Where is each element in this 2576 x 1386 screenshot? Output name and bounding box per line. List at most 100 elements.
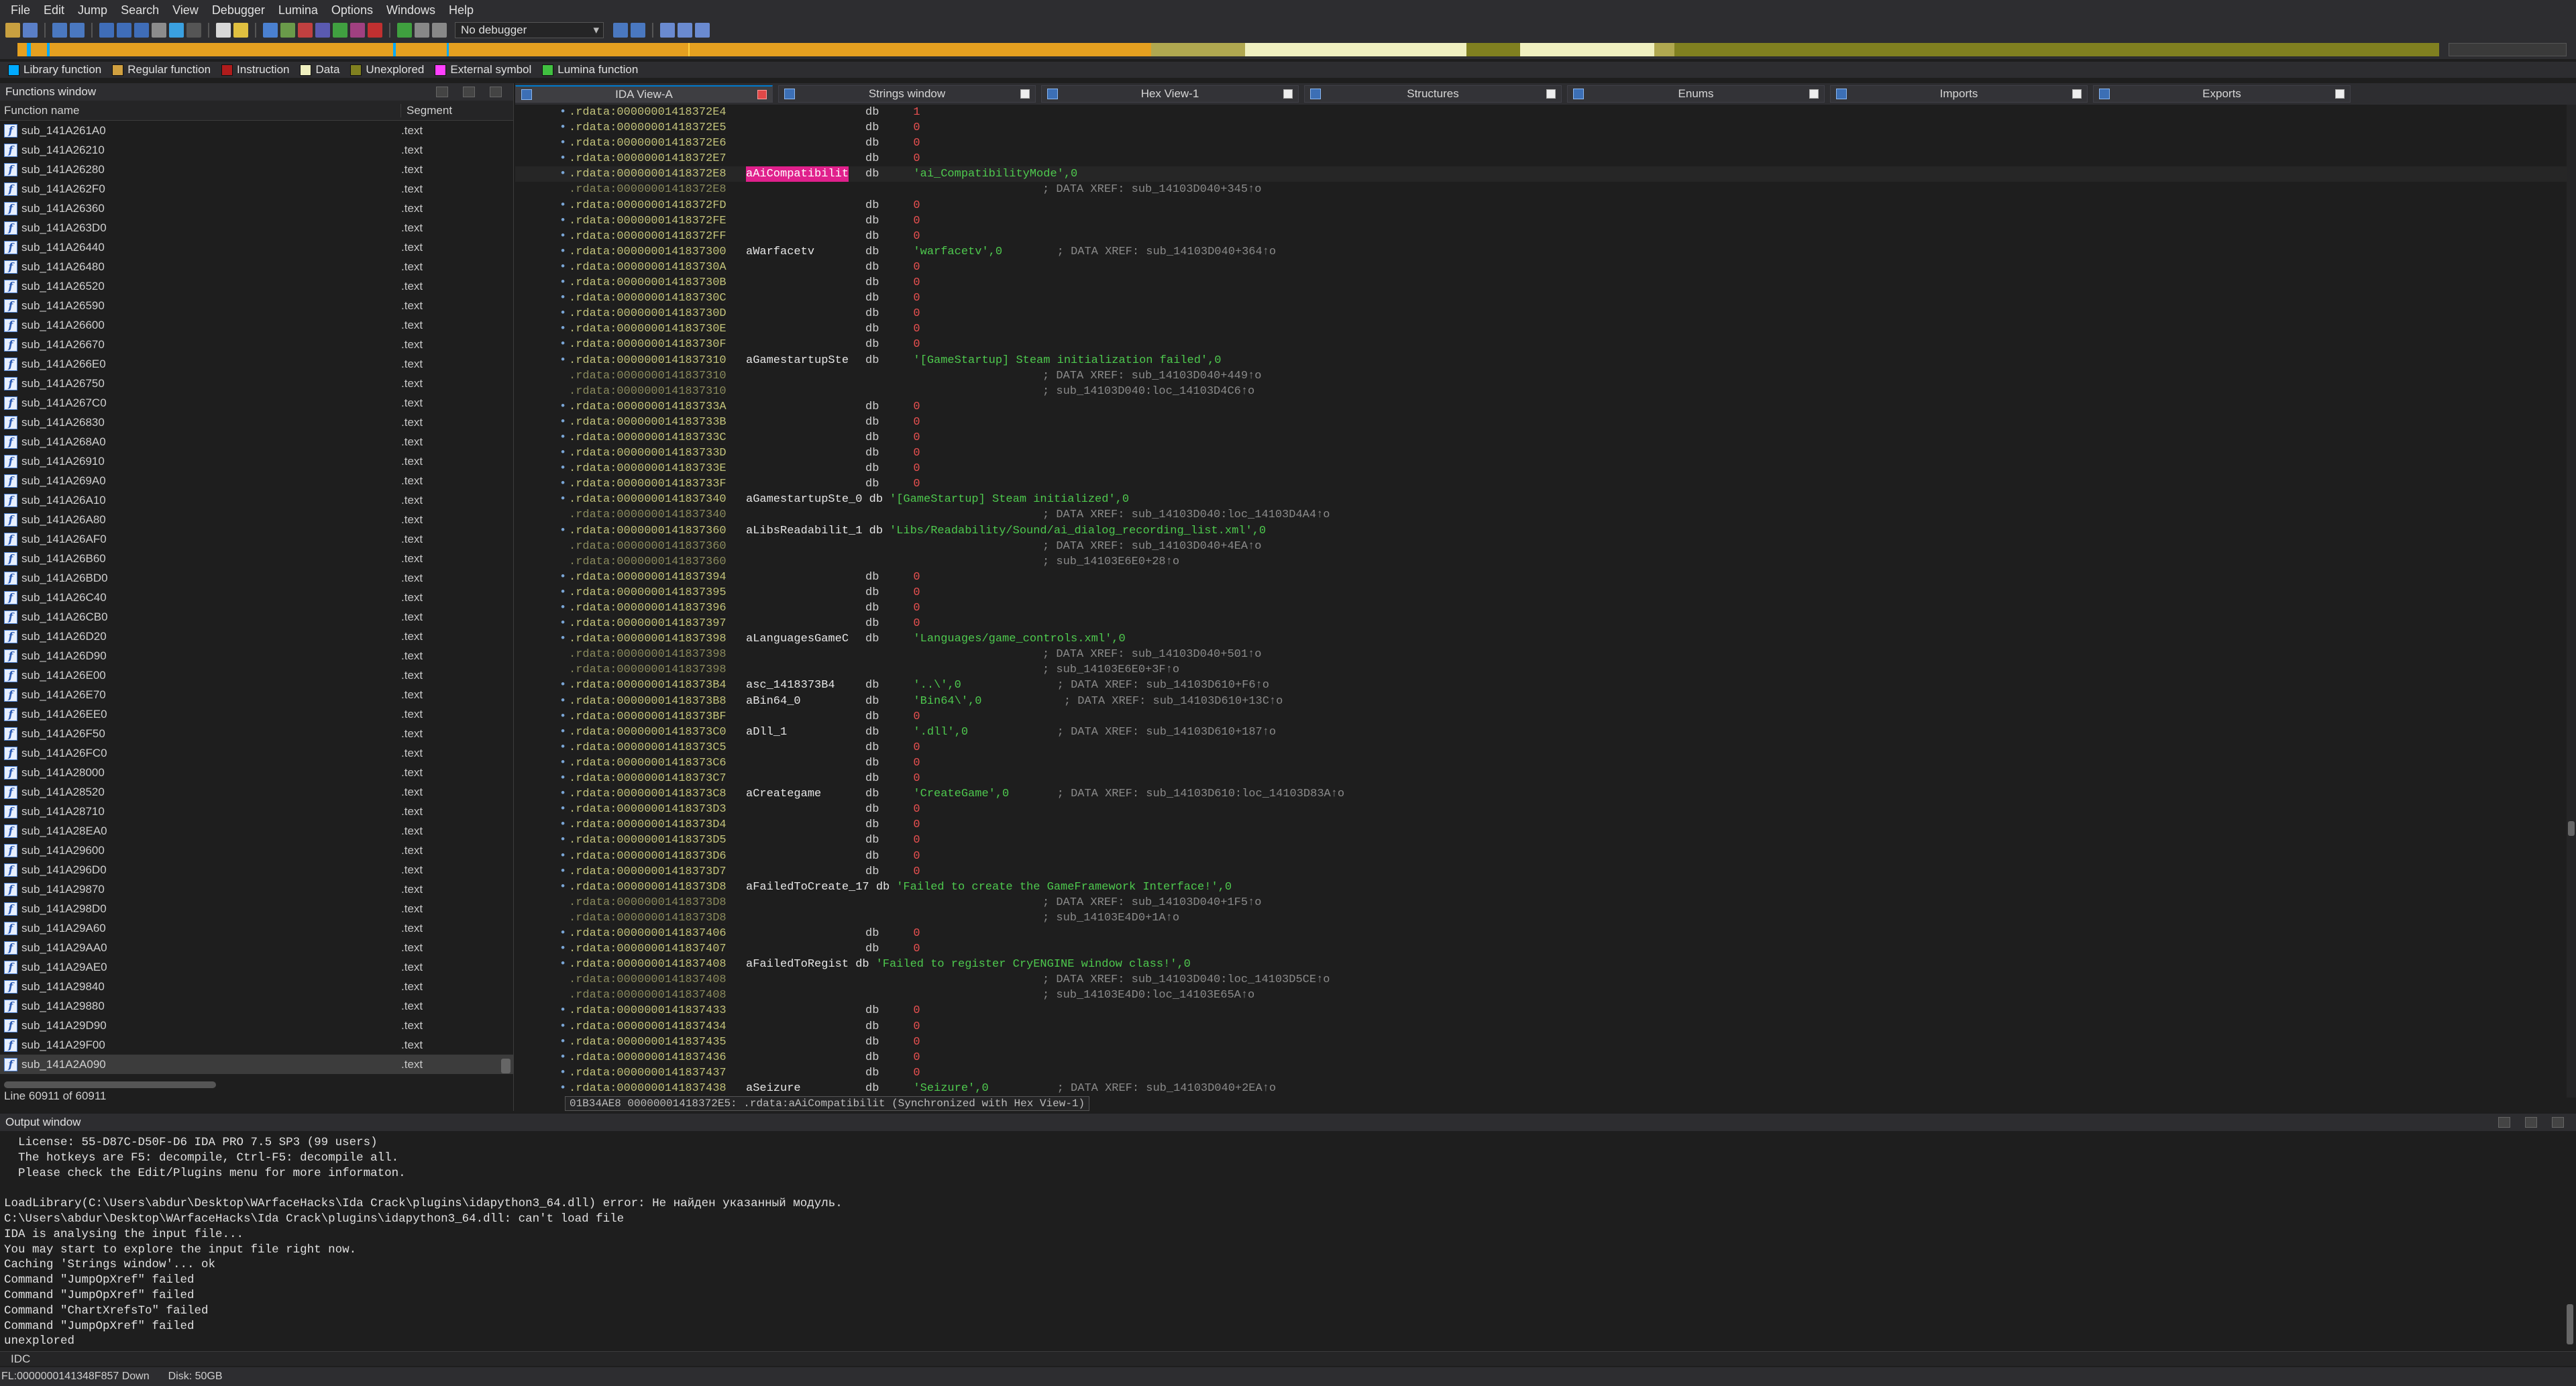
function-row[interactable]: f sub_141A26750 .text: [0, 374, 513, 393]
function-row[interactable]: f sub_141A26210 .text: [0, 140, 513, 160]
navigate2-icon[interactable]: [117, 23, 131, 38]
idc-label[interactable]: IDC: [11, 1352, 30, 1365]
function-row[interactable]: f sub_141A26830 .text: [0, 413, 513, 432]
ida-view-disassembly[interactable]: • .rdata:00000001418372E4 db 1 • .rdata:0000…: [515, 105, 2567, 1098]
disasm-line[interactable]: • .rdata:0000000141837438 aSeizure db 'Seiz…: [515, 1081, 2567, 1096]
disasm-line[interactable]: .rdata:0000000141837310 ; sub_14103D040:l…: [515, 384, 2567, 399]
disasm-line[interactable]: • .rdata:00000001418372FE db 0: [515, 213, 2567, 229]
function-row[interactable]: f sub_141A269A0 .text: [0, 471, 513, 490]
disasm-line[interactable]: • .rdata:00000001418373D8 aFailedToCreate_…: [515, 879, 2567, 895]
disasm-line[interactable]: • .rdata:0000000141837436 db 0: [515, 1050, 2567, 1065]
disasm-line[interactable]: • .rdata:0000000141837360 aLibsReadabilit_…: [515, 523, 2567, 539]
disasm-line[interactable]: .rdata:0000000141837360 ; DATA XREF: sub_…: [515, 539, 2567, 554]
disasm-label[interactable]: aAiCompatibilit: [746, 166, 849, 182]
function-row[interactable]: f sub_141A29840 .text: [0, 977, 513, 996]
menu-lumina[interactable]: Lumina: [272, 0, 325, 20]
disasm-line[interactable]: • .rdata:00000001418372E5 db 0: [515, 120, 2567, 136]
tab-structures[interactable]: Structures: [1304, 85, 1562, 103]
function-row[interactable]: f sub_141A296D0 .text: [0, 860, 513, 879]
disasm-line[interactable]: .rdata:0000000141837340 ; DATA XREF: sub_…: [515, 507, 2567, 523]
disasm-line[interactable]: • .rdata:0000000141837395 db 0: [515, 585, 2567, 600]
function-row[interactable]: f sub_141A26FC0 .text: [0, 743, 513, 763]
disasm-line[interactable]: .rdata:0000000141837398 ; sub_14103E6E0+3…: [515, 662, 2567, 678]
nav-band-combo[interactable]: [2449, 43, 2567, 56]
disasm-line[interactable]: • .rdata:0000000141837437 db 0: [515, 1065, 2567, 1081]
output-scrollbar[interactable]: [2567, 1304, 2573, 1344]
tab-hex-view-1[interactable]: Hex View-1: [1041, 85, 1299, 103]
close-tab-icon[interactable]: [1809, 89, 1819, 99]
forward-icon[interactable]: [70, 23, 85, 38]
binary-search-icon[interactable]: [152, 23, 166, 38]
disasm-line[interactable]: .rdata:00000001418373D8 ; sub_14103E4D0+1…: [515, 910, 2567, 926]
function-row[interactable]: f sub_141A29F00 .text: [0, 1035, 513, 1055]
disasm-line[interactable]: • .rdata:00000001418373C0 aDll_1 db '.dll',…: [515, 725, 2567, 740]
disasm-label[interactable]: aLibsReadabilit_1 db: [746, 523, 883, 539]
function-row[interactable]: f sub_141A298D0 .text: [0, 899, 513, 918]
graph-icon[interactable]: [660, 23, 675, 38]
function-row[interactable]: f sub_141A263D0 .text: [0, 218, 513, 237]
menu-edit[interactable]: Edit: [37, 0, 71, 20]
disasm-line[interactable]: • .rdata:000000014183733E db 0: [515, 461, 2567, 476]
disasm-line[interactable]: .rdata:0000000141837408 ; DATA XREF: sub_…: [515, 972, 2567, 988]
function-row[interactable]: f sub_141A26440 .text: [0, 237, 513, 257]
disasm-line[interactable]: • .rdata:0000000141837398 aLanguagesGameC d…: [515, 631, 2567, 647]
float-icon[interactable]: [436, 87, 448, 97]
disasm-label[interactable]: aBin64_0: [746, 694, 801, 709]
function-row[interactable]: f sub_141A26B60 .text: [0, 549, 513, 568]
function-row[interactable]: f sub_141A29AE0 .text: [0, 957, 513, 977]
functions-horizontal-scrollbar[interactable]: [4, 1081, 216, 1088]
disasm-line[interactable]: • .rdata:00000001418373D5 db 0: [515, 833, 2567, 848]
disasm-line[interactable]: • .rdata:00000001418372FD db 0: [515, 198, 2567, 213]
disasm-line[interactable]: • .rdata:000000014183730C db 0: [515, 290, 2567, 306]
disasm-line[interactable]: .rdata:0000000141837408 ; sub_14103E4D0:l…: [515, 988, 2567, 1003]
disasm-line[interactable]: • .rdata:00000001418373D7 db 0: [515, 864, 2567, 879]
function-row[interactable]: f sub_141A266E0 .text: [0, 354, 513, 374]
menu-debugger[interactable]: Debugger: [205, 0, 272, 20]
function-row[interactable]: f sub_141A28000 .text: [0, 763, 513, 782]
string-icon[interactable]: [216, 23, 231, 38]
function-row[interactable]: f sub_141A26480 .text: [0, 257, 513, 276]
pause-icon[interactable]: [415, 23, 429, 38]
function-row[interactable]: f sub_141A29880 .text: [0, 996, 513, 1016]
debugger-select[interactable]: No debugger ▾: [455, 22, 604, 38]
flag-icon[interactable]: [186, 23, 201, 38]
disasm-label[interactable]: aFailedToRegist db: [746, 957, 869, 972]
close-tab-icon[interactable]: [1020, 89, 1030, 99]
disasm-line[interactable]: • .rdata:0000000141837300 aWarfacetv db 'wa…: [515, 244, 2567, 260]
disasm-line[interactable]: • .rdata:00000001418372E6 db 0: [515, 136, 2567, 151]
disasm-line[interactable]: .rdata:0000000141837398 ; DATA XREF: sub_…: [515, 647, 2567, 662]
disasm-label[interactable]: aLanguagesGameC: [746, 631, 849, 647]
disasm-line[interactable]: • .rdata:00000001418373D3 db 0: [515, 802, 2567, 817]
disasm-line[interactable]: • .rdata:00000001418372FF db 0: [515, 229, 2567, 244]
disasm-line[interactable]: • .rdata:00000001418372E7 db 0: [515, 151, 2567, 166]
disasm-line[interactable]: • .rdata:000000014183730E db 0: [515, 321, 2567, 337]
function-name-column-header[interactable]: Function name: [0, 103, 401, 117]
navigate-icon[interactable]: [99, 23, 114, 38]
disasm-label[interactable]: aGamestartupSte_0 db: [746, 492, 883, 507]
run-icon[interactable]: [397, 23, 412, 38]
float-icon[interactable]: [2498, 1117, 2510, 1128]
disasm-line[interactable]: • .rdata:00000001418372E8 aAiCompatibilit d…: [515, 166, 2567, 182]
disasm-line[interactable]: • .rdata:00000001418373B8 aBin64_0 db 'Bin6…: [515, 694, 2567, 709]
disasm-line[interactable]: • .rdata:000000014183730D db 0: [515, 306, 2567, 321]
menu-help[interactable]: Help: [442, 0, 480, 20]
function-row[interactable]: f sub_141A267C0 .text: [0, 393, 513, 413]
close-tab-icon[interactable]: [1283, 89, 1293, 99]
close-icon[interactable]: [2552, 1117, 2564, 1128]
function-row[interactable]: f sub_141A26600 .text: [0, 315, 513, 335]
tab-strings-window[interactable]: Strings window: [778, 85, 1036, 103]
disasm-line[interactable]: • .rdata:0000000141837397 db 0: [515, 616, 2567, 631]
disassembly-vertical-scrollbar[interactable]: [2567, 105, 2576, 1098]
function-row[interactable]: f sub_141A26360 .text: [0, 199, 513, 218]
close-tab-icon[interactable]: [2072, 89, 2082, 99]
disasm-line[interactable]: • .rdata:000000014183733D db 0: [515, 445, 2567, 461]
disasm-line[interactable]: • .rdata:00000001418373C8 aCreategame db 'C…: [515, 786, 2567, 802]
navigate3-icon[interactable]: [134, 23, 149, 38]
disasm-line[interactable]: • .rdata:0000000141837408 aFailedToRegist …: [515, 957, 2567, 972]
data-icon[interactable]: [280, 23, 295, 38]
function-row[interactable]: f sub_141A26590 .text: [0, 296, 513, 315]
disasm-line[interactable]: • .rdata:00000001418372E4 db 1: [515, 105, 2567, 120]
function-row[interactable]: f sub_141A268A0 .text: [0, 432, 513, 451]
disasm-label[interactable]: aGamestartupSte: [746, 353, 849, 368]
function-row[interactable]: f sub_141A29600 .text: [0, 841, 513, 860]
